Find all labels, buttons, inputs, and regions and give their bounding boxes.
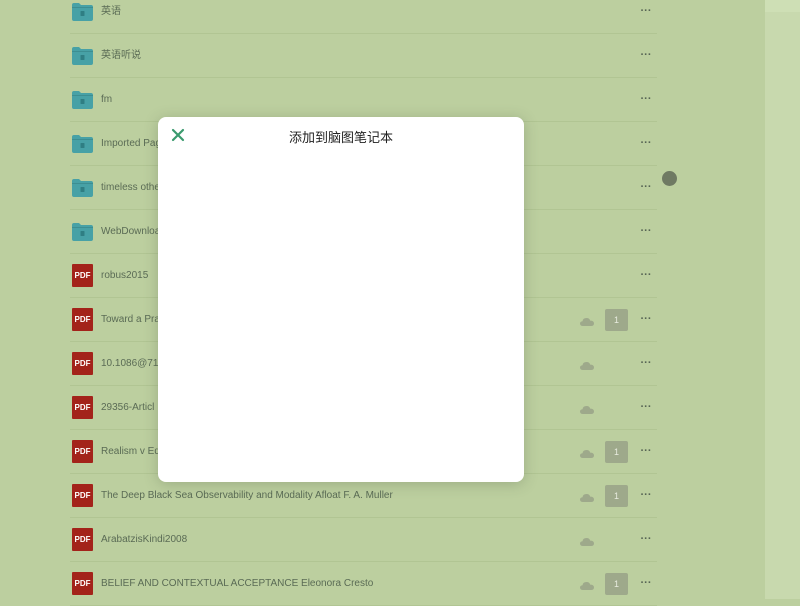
more-options-icon[interactable]: ··· xyxy=(638,445,654,457)
pdf-icon: PDF xyxy=(72,528,93,551)
right-pane xyxy=(765,0,800,599)
file-name: Imported Pag xyxy=(101,138,162,149)
more-options-icon[interactable]: ··· xyxy=(638,49,654,61)
file-name: ArabatzisKindi2008 xyxy=(101,534,188,545)
file-name: WebDownloa xyxy=(101,226,161,237)
cloud-icon xyxy=(579,578,595,590)
cloud-icon xyxy=(579,314,595,326)
more-options-icon[interactable]: ··· xyxy=(638,137,654,149)
count-badge: 1 xyxy=(605,573,628,595)
count-badge: 1 xyxy=(605,309,628,331)
more-options-icon[interactable]: ··· xyxy=(638,225,654,237)
folder-icon xyxy=(71,134,94,154)
cloud-icon xyxy=(579,402,595,414)
more-options-icon[interactable]: ··· xyxy=(638,489,654,501)
file-name: Toward a Pra xyxy=(101,314,160,325)
file-row[interactable]: 英语 ··· xyxy=(64,0,657,34)
cloud-icon xyxy=(579,446,595,458)
folder-icon xyxy=(71,2,94,22)
count-badge: 1 xyxy=(605,485,628,507)
pdf-icon: PDF xyxy=(72,308,93,331)
more-options-icon[interactable]: ··· xyxy=(638,533,654,545)
file-row[interactable]: PDF BELIEF AND CONTEXTUAL ACCEPTANCE Eleo… xyxy=(64,562,657,606)
file-name: 29356-Articl xyxy=(101,402,155,413)
pdf-icon: PDF xyxy=(72,572,93,595)
file-name: 10.1086@710 xyxy=(101,358,164,369)
folder-icon xyxy=(71,46,94,66)
cloud-icon xyxy=(579,534,595,546)
dialog-title: 添加到脑图笔记本 xyxy=(288,131,393,146)
add-to-mindmap-dialog: 添加到脑图笔记本 xyxy=(158,117,524,482)
pdf-icon: PDF xyxy=(72,352,93,375)
file-name: 英语 xyxy=(101,6,121,17)
more-options-icon[interactable]: ··· xyxy=(638,313,654,325)
scroll-indicator[interactable] xyxy=(662,171,677,186)
cloud-icon xyxy=(579,490,595,502)
pdf-icon: PDF xyxy=(72,484,93,507)
folder-icon xyxy=(71,178,94,198)
file-name: fm xyxy=(101,94,113,105)
file-name: Realism v Eq xyxy=(101,446,160,457)
file-name: robus2015 xyxy=(101,270,149,281)
more-options-icon[interactable]: ··· xyxy=(638,93,654,105)
pdf-icon: PDF xyxy=(72,440,93,463)
file-row[interactable]: fm ··· xyxy=(64,78,657,122)
file-name: timeless othe xyxy=(101,182,160,193)
file-row[interactable]: 英语听说 ··· xyxy=(64,34,657,78)
more-options-icon[interactable]: ··· xyxy=(638,577,654,589)
more-options-icon[interactable]: ··· xyxy=(638,5,654,17)
more-options-icon[interactable]: ··· xyxy=(638,357,654,369)
right-pane-strip xyxy=(765,0,800,12)
pdf-icon: PDF xyxy=(72,264,93,287)
more-options-icon[interactable]: ··· xyxy=(638,269,654,281)
file-name: BELIEF AND CONTEXTUAL ACCEPTANCE Eleonor… xyxy=(101,578,374,589)
more-options-icon[interactable]: ··· xyxy=(638,181,654,193)
file-name: 英语听说 xyxy=(101,50,141,61)
file-row[interactable]: PDF ArabatzisKindi2008 ··· xyxy=(64,518,657,562)
folder-icon xyxy=(71,90,94,110)
more-options-icon[interactable]: ··· xyxy=(638,401,654,413)
cloud-icon xyxy=(579,358,595,370)
pdf-icon: PDF xyxy=(72,396,93,419)
folder-icon xyxy=(71,222,94,242)
count-badge: 1 xyxy=(605,441,628,463)
